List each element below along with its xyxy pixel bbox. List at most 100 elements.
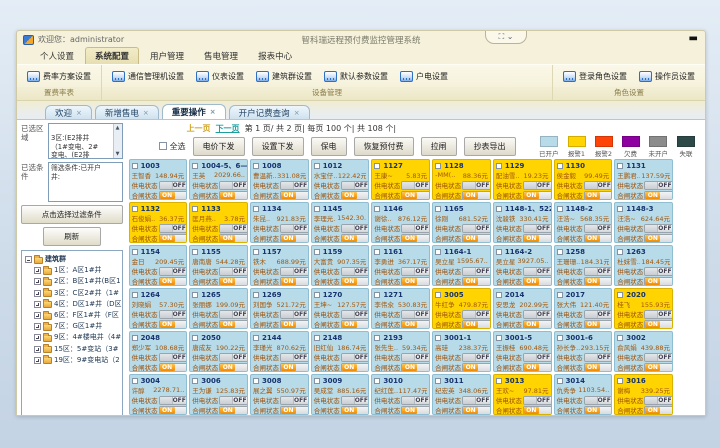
menu-item-报表中心[interactable]: 报表中心	[249, 48, 301, 64]
switch-status-toggle[interactable]: ON	[644, 277, 673, 286]
window-controls[interactable]: ⛶ ⌄	[485, 31, 527, 44]
meter-card[interactable]: 3011 纪宏英 348.06元 供电状态 OFF 合闸状态 ON	[432, 374, 491, 415]
card-checkbox[interactable]	[496, 335, 502, 341]
card-checkbox[interactable]	[192, 249, 198, 255]
switch-status-toggle[interactable]: ON	[219, 191, 248, 200]
meter-card[interactable]: 2148 旧红仙 186.74元 供电状态 OFF 合闸状态 ON	[311, 331, 370, 372]
supply-status-toggle[interactable]: OFF	[341, 267, 370, 276]
meter-card[interactable]: 2017 张大伟 121.40元 供电状态 OFF 合闸状态 ON	[554, 288, 613, 329]
switch-status-toggle[interactable]: ON	[159, 234, 188, 243]
switch-status-toggle[interactable]: ON	[280, 363, 309, 372]
switch-status-toggle[interactable]: ON	[462, 406, 491, 415]
switch-status-toggle[interactable]: ON	[159, 320, 188, 329]
ribbon-button-操作员设置[interactable]: 操作员设置	[639, 71, 695, 82]
meter-card[interactable]: 2193 张先生.. 59.34元 供电状态 OFF 合闸状态 ON	[371, 331, 430, 372]
supply-status-toggle[interactable]: OFF	[584, 396, 613, 405]
switch-status-toggle[interactable]: ON	[584, 320, 613, 329]
switch-status-toggle[interactable]: ON	[341, 277, 370, 286]
tab-重要操作[interactable]: 重要操作×	[162, 104, 226, 119]
collapse-icon[interactable]	[25, 256, 32, 263]
supply-status-toggle[interactable]: OFF	[523, 310, 552, 319]
supply-status-toggle[interactable]: OFF	[644, 181, 673, 190]
switch-status-toggle[interactable]: ON	[280, 234, 309, 243]
select-all-checkbox[interactable]	[159, 142, 167, 150]
switch-status-toggle[interactable]: ON	[644, 406, 673, 415]
card-checkbox[interactable]	[314, 378, 320, 384]
meter-card[interactable]: 1154 金日 209.45元 供电状态 OFF 合闸状态 ON	[129, 245, 188, 286]
card-checkbox[interactable]	[132, 163, 138, 169]
meter-card[interactable]: 2020 桂飞 155.93元 供电状态 OFF 合闸状态 ON	[614, 288, 673, 329]
meter-card[interactable]: 1258 王珊珊.. 184.31元 供电状态 OFF 合闸状态 ON	[554, 245, 613, 286]
card-checkbox[interactable]	[192, 378, 198, 384]
switch-status-toggle[interactable]: ON	[159, 277, 188, 286]
select-all[interactable]: 全选	[159, 141, 186, 152]
scroll-down-icon[interactable]: ▼	[116, 151, 120, 158]
refresh-button[interactable]: 刷新	[43, 227, 101, 246]
card-checkbox[interactable]	[617, 163, 623, 169]
ribbon-button-仪表设置[interactable]: 仪表设置	[196, 71, 244, 82]
meter-card[interactable]: 3002 俞风娟 439.88元 供电状态 OFF 合闸状态 ON	[614, 331, 673, 372]
meter-card[interactable]: 1008 曹温新.. 331.08元 供电状态 OFF 合闸状态 ON	[250, 159, 309, 200]
supply-status-toggle[interactable]: OFF	[219, 267, 248, 276]
switch-status-toggle[interactable]: ON	[219, 320, 248, 329]
card-checkbox[interactable]	[374, 163, 380, 169]
switch-status-toggle[interactable]: ON	[462, 363, 491, 372]
meter-card[interactable]: 1148-2 汪浩~ 568.35元 供电状态 OFF 合闸状态 ON	[554, 202, 613, 243]
selected-condition-listbox[interactable]: 筛选条件:已开户 井:	[48, 162, 123, 202]
expand-icon[interactable]	[34, 346, 41, 353]
switch-status-toggle[interactable]: ON	[280, 191, 309, 200]
supply-status-toggle[interactable]: OFF	[523, 396, 552, 405]
ribbon-button-户电设置[interactable]: 户电设置	[400, 71, 448, 82]
expand-icon[interactable]	[34, 301, 41, 308]
ribbon-button-登录角色设置[interactable]: 登录角色设置	[563, 71, 627, 82]
card-checkbox[interactable]	[435, 163, 441, 169]
tab-close-icon[interactable]: ×	[143, 109, 149, 117]
meter-card[interactable]: 1263 杜妹雪.. 184.45元 供电状态 OFF 合闸状态 ON	[614, 245, 673, 286]
supply-status-toggle[interactable]: OFF	[341, 224, 370, 233]
switch-status-toggle[interactable]: ON	[159, 363, 188, 372]
card-checkbox[interactable]	[617, 206, 623, 212]
meter-card[interactable]: 1148-3 汪浩~ 624.64元 供电状态 OFF 合闸状态 ON	[614, 202, 673, 243]
switch-status-toggle[interactable]: ON	[644, 191, 673, 200]
supply-status-toggle[interactable]: OFF	[219, 224, 248, 233]
supply-status-toggle[interactable]: OFF	[462, 181, 491, 190]
minimize-icon[interactable]: ▬	[689, 32, 698, 45]
listbox-scrollbar[interactable]: ▲ ▼	[113, 124, 122, 158]
supply-status-toggle[interactable]: OFF	[584, 353, 613, 362]
switch-status-toggle[interactable]: ON	[462, 320, 491, 329]
switch-status-toggle[interactable]: ON	[219, 234, 248, 243]
tab-开户记费查询[interactable]: 开户记费查询×	[229, 105, 310, 119]
meter-card[interactable]: 2050 唐成友 190.22元 供电状态 OFF 合闸状态 ON	[189, 331, 248, 372]
tree-node[interactable]: 9区：4#楼电井（4#	[34, 332, 122, 343]
card-checkbox[interactable]	[374, 292, 380, 298]
supply-status-toggle[interactable]: OFF	[584, 310, 613, 319]
supply-status-toggle[interactable]: OFF	[523, 353, 552, 362]
supply-status-toggle[interactable]: OFF	[584, 224, 613, 233]
tab-欢迎[interactable]: 欢迎×	[45, 105, 92, 119]
card-checkbox[interactable]	[132, 206, 138, 212]
card-checkbox[interactable]	[557, 163, 563, 169]
switch-status-toggle[interactable]: ON	[401, 320, 430, 329]
tree-node[interactable]: 1区：A区1#井	[34, 265, 122, 276]
meter-card[interactable]: 1130 侯金毅 99.49元 供电状态 OFF 合闸状态 ON	[554, 159, 613, 200]
meter-card[interactable]: 3001-1 高珪 238.37元 供电状态 OFF 合闸状态 ON	[432, 331, 491, 372]
supply-status-toggle[interactable]: OFF	[644, 310, 673, 319]
meter-card[interactable]: 3013 王欢~ 97.81元 供电状态 OFF 合闸状态 ON	[493, 374, 552, 415]
card-checkbox[interactable]	[496, 378, 502, 384]
card-checkbox[interactable]	[435, 249, 441, 255]
supply-status-toggle[interactable]: OFF	[159, 181, 188, 190]
switch-status-toggle[interactable]: ON	[644, 363, 673, 372]
card-checkbox[interactable]	[314, 249, 320, 255]
card-checkbox[interactable]	[617, 378, 623, 384]
meter-card[interactable]: 1132 石俊娟.. 36.37元 供电状态 OFF 合闸状态 ON	[129, 202, 188, 243]
supply-status-toggle[interactable]: OFF	[401, 353, 430, 362]
supply-status-toggle[interactable]: OFF	[462, 224, 491, 233]
expand-icon[interactable]	[34, 290, 41, 297]
meter-card[interactable]: 1003 王智香 148.94元 供电状态 OFF 合闸状态 ON	[129, 159, 188, 200]
meter-card[interactable]: 1134 朱昆.. 921.83元 供电状态 OFF 合闸状态 ON	[250, 202, 309, 243]
meter-card[interactable]: 2048 郑少军 108.68元 供电状态 OFF 合闸状态 ON	[129, 331, 188, 372]
expand-icon[interactable]	[34, 334, 41, 341]
switch-status-toggle[interactable]: ON	[462, 234, 491, 243]
switch-status-toggle[interactable]: ON	[523, 234, 552, 243]
meter-card[interactable]: 1155 唐南唐 544.28元 供电状态 OFF 合闸状态 ON	[189, 245, 248, 286]
